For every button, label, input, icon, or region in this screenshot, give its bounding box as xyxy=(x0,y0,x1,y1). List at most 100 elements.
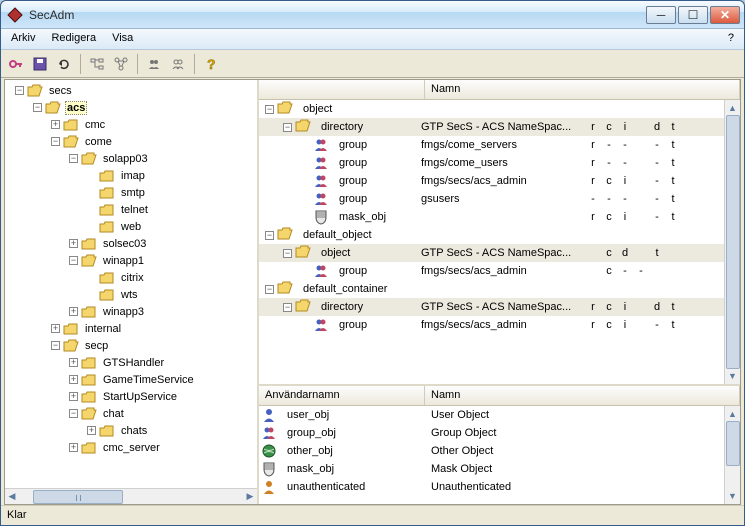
tree-node[interactable]: −solapp03 xyxy=(7,150,257,167)
user-row[interactable]: other_objOther Object xyxy=(259,442,740,460)
vscroll-thumb[interactable] xyxy=(726,421,740,466)
tree-node-label[interactable]: web xyxy=(119,221,143,233)
tree-node-label[interactable]: GameTimeService xyxy=(101,374,196,386)
user-row[interactable]: user_objUser Object xyxy=(259,406,740,424)
col-user[interactable]: Användarnamn xyxy=(259,386,425,405)
expand-toggle[interactable]: − xyxy=(69,409,78,418)
user-row[interactable]: unauthenticatedUnauthenticated xyxy=(259,478,740,496)
col-namn[interactable]: Namn xyxy=(425,80,740,99)
tree-node[interactable]: − winapp1 xyxy=(7,252,257,269)
expand-toggle[interactable] xyxy=(87,171,96,180)
expand-toggle[interactable] xyxy=(87,273,96,282)
expand-toggle[interactable]: − xyxy=(283,123,292,132)
detail-row[interactable]: −directoryGTP SecS - ACS NameSpac...rcid… xyxy=(259,118,740,136)
tree-node[interactable]: citrix xyxy=(7,269,257,286)
detail-row[interactable]: groupgsusers----t xyxy=(259,190,740,208)
detail-row[interactable]: mask_objrci-t xyxy=(259,208,740,226)
expand-toggle[interactable]: + xyxy=(69,358,78,367)
tree-node[interactable]: + internal xyxy=(7,320,257,337)
tree-node-label[interactable]: wts xyxy=(119,289,140,301)
expand-toggle[interactable] xyxy=(87,205,96,214)
tree-node[interactable]: telnet xyxy=(7,201,257,218)
toolbar-help-icon[interactable]: ? xyxy=(200,53,222,75)
expand-toggle[interactable]: + xyxy=(87,426,96,435)
user-row[interactable]: mask_objMask Object xyxy=(259,460,740,478)
expand-toggle[interactable]: − xyxy=(15,86,24,95)
expand-toggle[interactable]: + xyxy=(69,392,78,401)
expand-toggle[interactable]: − xyxy=(265,105,274,114)
expand-toggle[interactable] xyxy=(87,188,96,197)
tree-node[interactable]: + GameTimeService xyxy=(7,371,257,388)
tree-node[interactable]: + chats xyxy=(7,422,257,439)
hscroll-left-icon[interactable]: ◀ xyxy=(5,491,19,502)
tree-node-label[interactable]: cmc_server xyxy=(101,442,162,454)
vscroll-down-icon[interactable]: ▼ xyxy=(726,369,740,383)
detail-row[interactable]: −object xyxy=(259,100,740,118)
tree-body[interactable]: −secs−acs+cmc−come−solapp03imapsmtptelne… xyxy=(5,80,257,488)
tree-node[interactable]: +cmc xyxy=(7,116,257,133)
tree-node-label[interactable]: solsec03 xyxy=(101,238,148,250)
expand-toggle[interactable] xyxy=(87,222,96,231)
tree-node[interactable]: −acs xyxy=(7,99,257,116)
tree-node-label[interactable]: chat xyxy=(101,408,126,420)
expand-toggle[interactable]: + xyxy=(69,443,78,452)
user-row[interactable]: group_objGroup Object xyxy=(259,424,740,442)
tree-node-label[interactable]: secs xyxy=(47,85,74,97)
tree-node[interactable]: web xyxy=(7,218,257,235)
vscroll-thumb[interactable] xyxy=(726,115,740,369)
vscroll-up-icon[interactable]: ▲ xyxy=(726,101,740,115)
vscroll-down-icon[interactable]: ▼ xyxy=(726,489,740,503)
tree-node[interactable]: − secs xyxy=(7,82,257,99)
tree-node-label[interactable]: citrix xyxy=(119,272,146,284)
detail-row[interactable]: groupfmgs/secs/acs_adminrci-t xyxy=(259,172,740,190)
expand-toggle[interactable]: − xyxy=(265,231,274,240)
minimize-button[interactable]: ─ xyxy=(646,6,676,24)
tree-node-label[interactable]: internal xyxy=(83,323,123,335)
expand-toggle[interactable]: + xyxy=(69,375,78,384)
expand-toggle[interactable]: + xyxy=(69,239,78,248)
tree-node[interactable]: + GTSHandler xyxy=(7,354,257,371)
expand-toggle[interactable]: + xyxy=(69,307,78,316)
expand-toggle[interactable]: − xyxy=(265,285,274,294)
toolbar-key-icon[interactable] xyxy=(5,53,27,75)
tree-node[interactable]: − secp xyxy=(7,337,257,354)
tree-node-label[interactable]: telnet xyxy=(119,204,150,216)
tree-node[interactable]: − chat xyxy=(7,405,257,422)
expand-toggle[interactable]: + xyxy=(51,324,60,333)
detail-body[interactable]: −object−directoryGTP SecS - ACS NameSpac… xyxy=(259,100,740,384)
tree-node[interactable]: +StartUpService xyxy=(7,388,257,405)
tree-node[interactable]: smtp xyxy=(7,184,257,201)
expand-toggle[interactable]: − xyxy=(51,137,60,146)
expand-toggle[interactable] xyxy=(87,290,96,299)
tree-node[interactable]: +winapp3 xyxy=(7,303,257,320)
detail-row[interactable]: groupfmgs/come_serversr---t xyxy=(259,136,740,154)
tree-node-label[interactable]: smtp xyxy=(119,187,147,199)
menu-arkiv[interactable]: Arkiv xyxy=(3,29,43,49)
expand-toggle[interactable]: − xyxy=(283,303,292,312)
tree-hscroll[interactable]: ◀ ▶ xyxy=(5,488,257,504)
hscroll-right-icon[interactable]: ▶ xyxy=(243,491,257,502)
detail-vscroll[interactable]: ▲ ▼ xyxy=(724,100,740,384)
expand-toggle[interactable]: − xyxy=(51,341,60,350)
expand-toggle[interactable]: + xyxy=(51,120,60,129)
vscroll-up-icon[interactable]: ▲ xyxy=(726,407,740,421)
tree-node-label[interactable]: secp xyxy=(83,340,110,352)
tree-node[interactable]: + solsec03 xyxy=(7,235,257,252)
col-blank[interactable] xyxy=(259,80,425,99)
tree-node-label[interactable]: come xyxy=(83,136,114,148)
tree-node[interactable]: − come xyxy=(7,133,257,150)
expand-toggle[interactable]: − xyxy=(69,256,78,265)
detail-row[interactable]: −default_container xyxy=(259,280,740,298)
maximize-button[interactable]: ☐ xyxy=(678,6,708,24)
tree-node-label[interactable]: acs xyxy=(65,101,87,115)
toolbar-save-icon[interactable] xyxy=(29,53,51,75)
toolbar-users-icon[interactable] xyxy=(143,53,165,75)
tree-node-label[interactable]: chats xyxy=(119,425,149,437)
titlebar[interactable]: SecAdm ─ ☐ ✕ xyxy=(1,1,744,29)
expand-toggle[interactable]: − xyxy=(283,249,292,258)
tree-node-label[interactable]: GTSHandler xyxy=(101,357,166,369)
tree-node-label[interactable]: winapp1 xyxy=(101,255,146,267)
detail-row[interactable]: −objectGTP SecS - ACS NameSpac...cdt xyxy=(259,244,740,262)
close-button[interactable]: ✕ xyxy=(710,6,740,24)
bottom-vscroll[interactable]: ▲ ▼ xyxy=(724,406,740,504)
